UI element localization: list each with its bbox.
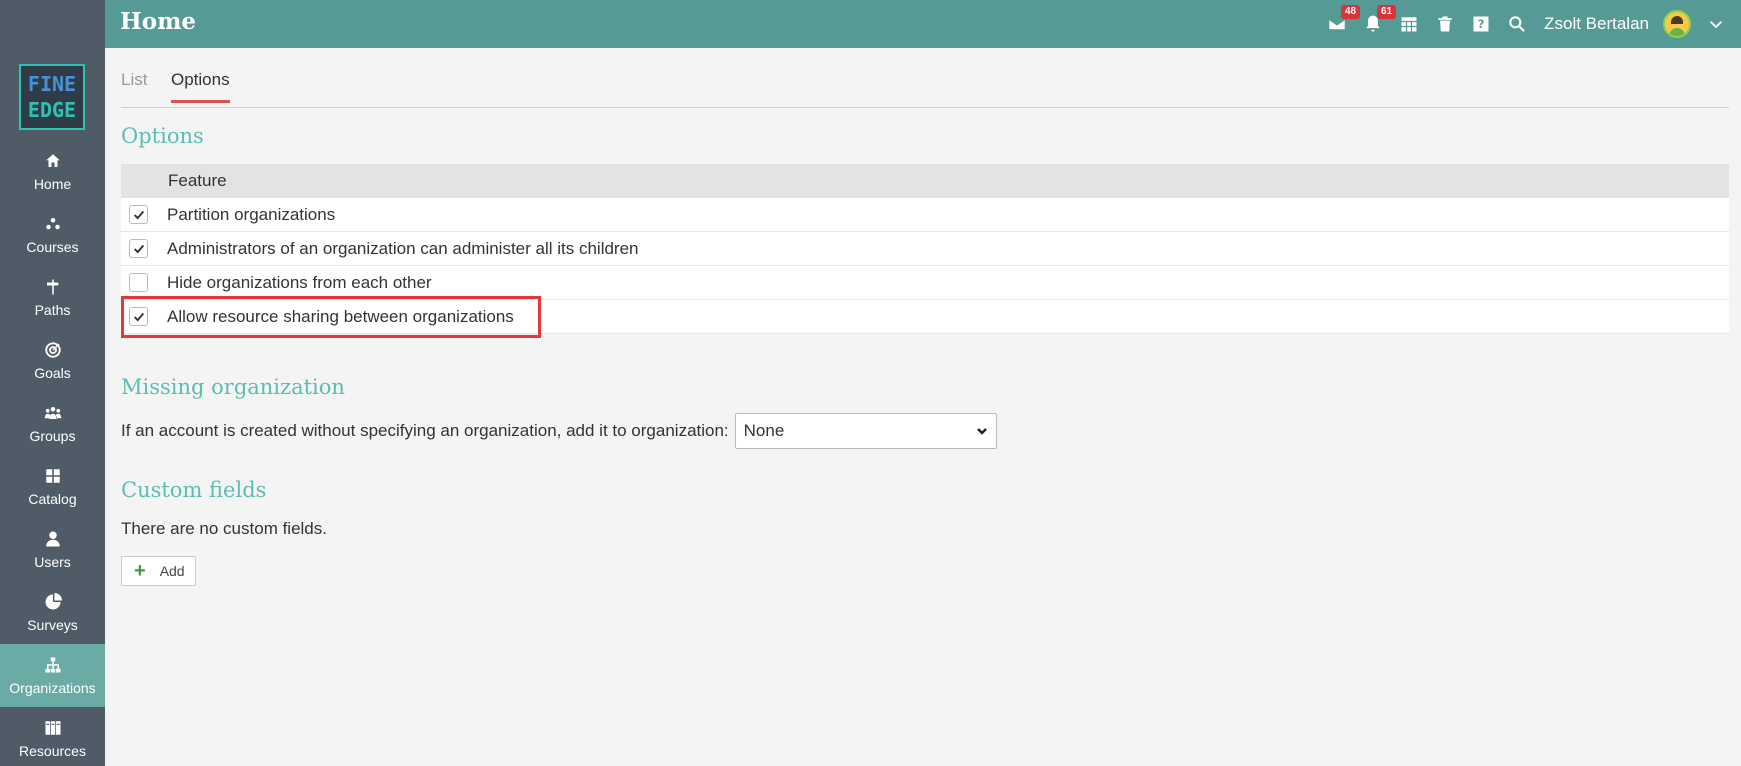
add-button-label: Add [159, 563, 185, 579]
option-label: Partition organizations [167, 204, 336, 224]
logo[interactable]: FINE EDGE [19, 64, 85, 130]
option-label: Administrators of an organization can ad… [167, 238, 639, 258]
help-button[interactable]: ? [1470, 13, 1492, 35]
sidebar: FINE EDGE Home Courses Paths Goals Group… [0, 0, 105, 766]
target-icon [44, 341, 61, 358]
main-content: List Options Options Feature Partition o… [121, 48, 1729, 586]
plus-icon: + [134, 560, 146, 582]
books-icon [45, 720, 60, 735]
search-button[interactable] [1506, 13, 1528, 35]
tab-bar: List Options [121, 48, 1729, 108]
option-label: Allow resource sharing between organizat… [167, 306, 514, 326]
no-custom-fields-text: There are no custom fields. [121, 519, 327, 538]
partition-checkbox[interactable] [129, 205, 148, 224]
feature-column-header: Feature [168, 171, 227, 190]
custom-fields-heading: Custom fields [121, 478, 267, 502]
courses-icon [45, 217, 60, 229]
option-row-partition: Partition organizations [121, 198, 1729, 232]
tab-list[interactable]: List [121, 70, 147, 90]
option-label: Hide organizations from each other [167, 272, 432, 292]
messages-badge: 48 [1340, 5, 1361, 19]
notifications-badge: 61 [1376, 5, 1397, 19]
help-icon: ? [1473, 16, 1489, 32]
calendar-button[interactable] [1398, 13, 1420, 35]
hide-orgs-checkbox[interactable] [129, 273, 148, 292]
table-header: Feature [121, 164, 1729, 198]
top-icons: 48 61 ? Zsolt Bertalan [1326, 0, 1727, 48]
missing-org-heading: Missing organization [121, 375, 345, 399]
option-row-admin-children: Administrators of an organization can ad… [121, 232, 1729, 266]
organization-select[interactable]: None [734, 413, 997, 449]
check-icon [133, 244, 144, 253]
page-title: Home [120, 8, 197, 35]
missing-org-text: If an account is created without specify… [121, 421, 729, 440]
option-row-resource-sharing: Allow resource sharing between organizat… [121, 300, 1729, 334]
sidebar-item-users[interactable]: Users [0, 518, 105, 581]
svg-text:?: ? [1478, 17, 1485, 31]
sidebar-nav: Home Courses Paths Goals Groups Catalog … [0, 140, 105, 766]
user-icon [45, 531, 60, 546]
sidebar-item-catalog[interactable]: Catalog [0, 455, 105, 518]
calendar-icon [1401, 17, 1417, 32]
options-heading: Options [121, 124, 204, 148]
notifications-button[interactable]: 61 [1362, 5, 1397, 35]
sidebar-item-paths[interactable]: Paths [0, 266, 105, 329]
org-chart-icon [45, 657, 60, 672]
trash-button[interactable] [1434, 13, 1456, 35]
avatar[interactable] [1663, 10, 1691, 38]
trash-icon [1438, 16, 1452, 32]
option-row-hide-orgs: Hide organizations from each other [121, 266, 1729, 300]
sidebar-item-goals[interactable]: Goals [0, 329, 105, 392]
groups-icon [44, 406, 61, 419]
organization-select-value: None [743, 421, 785, 440]
user-name[interactable]: Zsolt Bertalan [1544, 14, 1649, 34]
check-icon [133, 312, 144, 321]
messages-button[interactable]: 48 [1326, 5, 1361, 35]
user-menu-toggle[interactable] [1705, 13, 1727, 35]
search-icon [1509, 16, 1525, 32]
chevron-down-icon [976, 428, 987, 435]
options-table: Feature Partition organizations Administ… [121, 164, 1729, 334]
grid-icon [45, 468, 60, 483]
signpost-icon [46, 279, 59, 294]
missing-org-row: If an account is created without specify… [121, 413, 997, 449]
sidebar-item-surveys[interactable]: Surveys [0, 581, 105, 644]
sidebar-item-home[interactable]: Home [0, 140, 105, 203]
tab-options[interactable]: Options [171, 70, 230, 103]
home-icon [45, 153, 60, 167]
sidebar-item-groups[interactable]: Groups [0, 392, 105, 455]
resource-sharing-checkbox[interactable] [129, 307, 148, 326]
sidebar-item-resources[interactable]: Resources [0, 707, 105, 766]
pie-icon [45, 592, 62, 609]
top-bar: Home 48 61 ? Zsolt Bertalan [0, 0, 1741, 48]
check-icon [133, 210, 144, 219]
sidebar-item-courses[interactable]: Courses [0, 203, 105, 266]
add-button[interactable]: + Add [121, 556, 196, 586]
admin-children-checkbox[interactable] [129, 239, 148, 258]
sidebar-item-organizations[interactable]: Organizations [0, 644, 105, 707]
chevron-down-icon [1710, 21, 1722, 29]
